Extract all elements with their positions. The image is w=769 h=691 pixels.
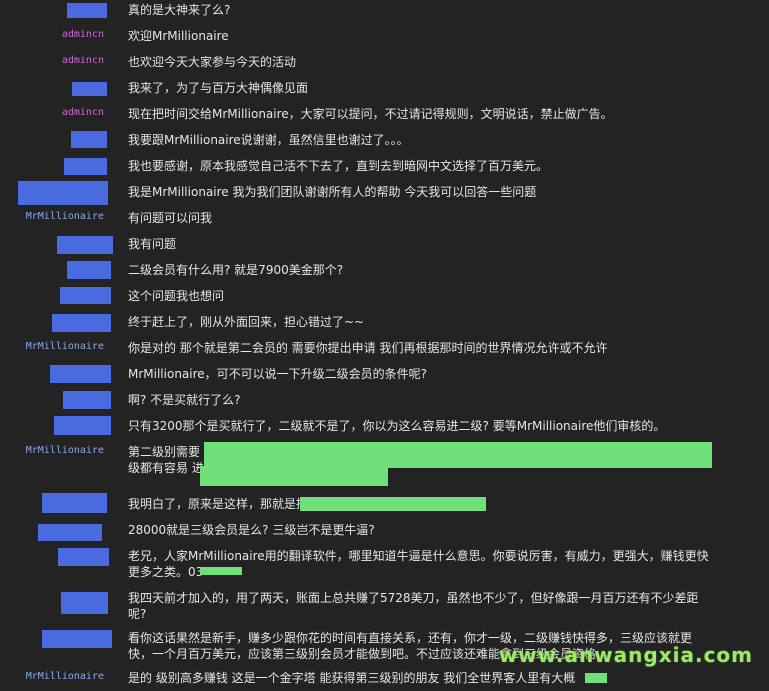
- message-nick: admincn: [61, 55, 104, 66]
- message-text: 我有问题: [128, 237, 177, 251]
- message-nick: MrMillionaire: [25, 341, 104, 352]
- chat-message: 我四天前才加入的，用了两天，账面上总共赚了5728美刀，虽然也不少了，但好像跟一…: [0, 590, 769, 626]
- message-text: 28000就是三级会员是么? 三级岂不是更牛逼?: [128, 523, 375, 537]
- message-text: 我是MrMillionaire 我为我们团队谢谢所有人的帮助 今天我可以回答一些…: [128, 185, 537, 199]
- redacted-text: [585, 673, 607, 683]
- message-text: 终于赶上了，刚从外面回来，担心错过了~~: [128, 315, 365, 329]
- chat-message: admincn 欢迎MrMillionaire: [0, 28, 769, 48]
- chat-message: 老兄，人家MrMillionaire用的翻译软件，哪里知道牛逼是什么意思。你要说…: [0, 548, 769, 584]
- redacted-nick: [42, 630, 112, 648]
- message-text: 老兄，人家MrMillionaire用的翻译软件，哪里知道牛逼是什么意思。你要说…: [128, 549, 709, 579]
- redacted-nick: [64, 158, 107, 175]
- chat-message: 我也要感谢，原本我感觉自己活不下去了，直到去到暗网中文选择了百万美元。: [0, 158, 769, 178]
- message-text: 我四天前才加入的，用了两天，账面上总共赚了5728美刀，虽然也不少了，但好像跟一…: [128, 591, 699, 621]
- redacted-text: [204, 442, 712, 468]
- redacted-nick: [72, 82, 107, 96]
- redacted-nick: [67, 261, 111, 279]
- redacted-text: [200, 567, 242, 575]
- redacted-nick: [38, 524, 102, 541]
- message-text: 二级会员有什么用? 就是7900美金那个?: [128, 263, 344, 277]
- message-nick: admincn: [61, 107, 104, 118]
- redacted-nick: [18, 181, 108, 205]
- redacted-nick: [63, 391, 111, 409]
- message-text: 你是对的 那个就是第二会员的 需要你提出申请 我们再根据那时间的世界情况允许或不…: [128, 341, 608, 355]
- message-text: 是的 级别高多赚钱 这是一个金字塔 能获得第三级别的朋友 我们全世界客人里有大概: [128, 671, 576, 685]
- message-nick: MrMillionaire: [25, 445, 104, 456]
- chat-message: 这个问题我也想问: [0, 287, 769, 308]
- redacted-nick: [67, 3, 107, 18]
- redacted-nick: [57, 236, 113, 254]
- chat-message: MrMillionaire 第二级别需要 级都有容易 进: [0, 442, 769, 488]
- message-text: 也欢迎今天大家参与今天的活动: [128, 55, 297, 69]
- chat-message: 啊? 不是买就行了么?: [0, 391, 769, 412]
- redacted-nick: [61, 592, 108, 614]
- chat-message: 我是MrMillionaire 我为我们团队谢谢所有人的帮助 今天我可以回答一些…: [0, 181, 769, 208]
- chat-message: admincn 现在把时间交给MrMillionaire，大家可以提问，不过请记…: [0, 106, 769, 126]
- chat-message: MrMillionaire 是的 级别高多赚钱 这是一个金字塔 能获得第三级别的…: [0, 670, 769, 690]
- chat-log: 真的是大神来了么? admincn 欢迎MrMillionaire adminc…: [0, 0, 769, 691]
- message-text: 欢迎MrMillionaire: [128, 29, 229, 43]
- message-text: MrMillionaire，可不可以说一下升级二级会员的条件呢?: [128, 367, 428, 381]
- message-text: 我也要感谢，原本我感觉自己活不下去了，直到去到暗网中文选择了百万美元。: [128, 159, 549, 173]
- chat-message: 真的是大神来了么?: [0, 2, 769, 22]
- chat-message: MrMillionaire 你是对的 那个就是第二会员的 需要你提出申请 我们再…: [0, 340, 769, 360]
- chat-message: 我来了，为了与百万大神偶像见面: [0, 80, 769, 100]
- chat-message: 只有3200那个是买就行了，二级就不是了，你以为这么容易进二级? 要等MrMil…: [0, 416, 769, 438]
- redacted-nick: [58, 548, 109, 566]
- chat-message: MrMillionaire，可不可以说一下升级二级会员的条件呢?: [0, 365, 769, 386]
- watermark: www.anwangxia.com: [498, 643, 753, 667]
- redacted-text: [300, 497, 486, 511]
- message-text: 我要跟MrMillionaire说谢谢，虽然信里也谢过了。。。: [128, 133, 409, 147]
- chat-message: 我明白了，原来是这样，那就是拼: [0, 493, 769, 516]
- chat-message: 二级会员有什么用? 就是7900美金那个?: [0, 261, 769, 282]
- message-text: 真的是大神来了么?: [128, 3, 231, 17]
- chat-message: 28000就是三级会员是么? 三级岂不是更牛逼?: [0, 522, 769, 542]
- redacted-nick: [54, 416, 111, 435]
- message-nick: MrMillionaire: [25, 671, 104, 682]
- chat-message: 我有问题: [0, 236, 769, 256]
- message-text: 这个问题我也想问: [128, 289, 225, 303]
- redacted-nick: [60, 287, 111, 304]
- message-text: 有问题可以问我: [128, 211, 213, 225]
- redacted-nick: [42, 493, 107, 513]
- chat-message: MrMillionaire 有问题可以问我: [0, 210, 769, 230]
- message-text: 啊? 不是买就行了么?: [128, 393, 241, 407]
- redacted-nick: [71, 131, 107, 148]
- message-text: 现在把时间交给MrMillionaire，大家可以提问，不过请记得规则，文明说话…: [128, 107, 613, 121]
- redacted-nick: [50, 365, 111, 383]
- chat-message: 我要跟MrMillionaire说谢谢，虽然信里也谢过了。。。: [0, 131, 769, 152]
- message-text: 只有3200那个是买就行了，二级就不是了，你以为这么容易进二级? 要等MrMil…: [128, 419, 666, 433]
- chat-message: 终于赶上了，刚从外面回来，担心错过了~~: [0, 314, 769, 334]
- redacted-nick: [52, 314, 111, 332]
- message-nick: admincn: [61, 29, 104, 40]
- message-nick: MrMillionaire: [25, 211, 104, 222]
- redacted-text: [200, 466, 388, 486]
- message-text: 我来了，为了与百万大神偶像见面: [128, 81, 309, 95]
- chat-message: admincn 也欢迎今天大家参与今天的活动: [0, 54, 769, 74]
